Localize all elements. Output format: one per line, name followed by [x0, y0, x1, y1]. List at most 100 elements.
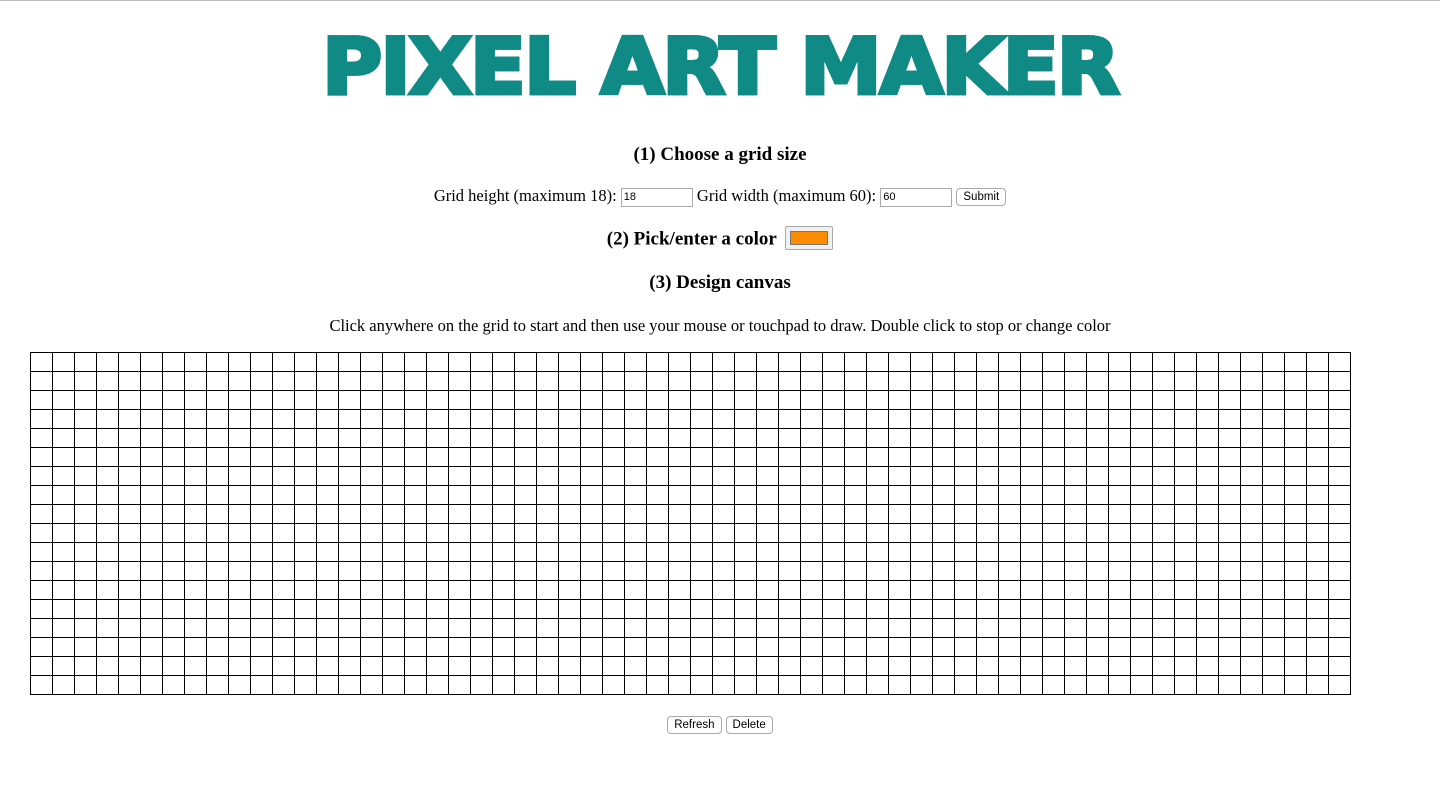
- canvas-cell[interactable]: [96, 371, 119, 391]
- canvas-cell[interactable]: [734, 580, 757, 600]
- canvas-cell[interactable]: [756, 390, 779, 410]
- canvas-cell[interactable]: [316, 523, 339, 543]
- canvas-cell[interactable]: [1174, 409, 1197, 429]
- canvas-cell[interactable]: [1284, 466, 1307, 486]
- canvas-cell[interactable]: [360, 580, 383, 600]
- canvas-cell[interactable]: [426, 371, 449, 391]
- canvas-cell[interactable]: [800, 542, 823, 562]
- canvas-cell[interactable]: [822, 371, 845, 391]
- canvas-cell[interactable]: [140, 466, 163, 486]
- canvas-cell[interactable]: [1328, 637, 1351, 657]
- canvas-cell[interactable]: [250, 504, 273, 524]
- canvas-cell[interactable]: [866, 504, 889, 524]
- canvas-cell[interactable]: [382, 675, 405, 695]
- canvas-cell[interactable]: [74, 618, 97, 638]
- canvas-cell[interactable]: [316, 542, 339, 562]
- canvas-cell[interactable]: [932, 371, 955, 391]
- canvas-cell[interactable]: [360, 599, 383, 619]
- canvas-cell[interactable]: [646, 542, 669, 562]
- canvas-cell[interactable]: [1196, 523, 1219, 543]
- canvas-cell[interactable]: [800, 675, 823, 695]
- canvas-cell[interactable]: [1218, 428, 1241, 448]
- canvas-cell[interactable]: [492, 390, 515, 410]
- canvas-cell[interactable]: [1306, 485, 1329, 505]
- canvas-cell[interactable]: [470, 542, 493, 562]
- canvas-cell[interactable]: [602, 466, 625, 486]
- canvas-cell[interactable]: [1328, 447, 1351, 467]
- canvas-cell[interactable]: [1174, 504, 1197, 524]
- canvas-cell[interactable]: [1218, 390, 1241, 410]
- canvas-cell[interactable]: [910, 428, 933, 448]
- canvas-cell[interactable]: [1152, 428, 1175, 448]
- canvas-cell[interactable]: [822, 618, 845, 638]
- canvas-cell[interactable]: [470, 352, 493, 372]
- canvas-cell[interactable]: [734, 428, 757, 448]
- canvas-cell[interactable]: [866, 542, 889, 562]
- canvas-cell[interactable]: [756, 580, 779, 600]
- canvas-cell[interactable]: [338, 580, 361, 600]
- canvas-cell[interactable]: [580, 371, 603, 391]
- canvas-cell[interactable]: [272, 637, 295, 657]
- canvas-cell[interactable]: [206, 656, 229, 676]
- canvas-cell[interactable]: [52, 504, 75, 524]
- canvas-cell[interactable]: [866, 371, 889, 391]
- canvas-cell[interactable]: [932, 466, 955, 486]
- canvas-cell[interactable]: [294, 542, 317, 562]
- canvas-cell[interactable]: [624, 428, 647, 448]
- canvas-cell[interactable]: [96, 561, 119, 581]
- canvas-cell[interactable]: [954, 561, 977, 581]
- canvas-cell[interactable]: [822, 447, 845, 467]
- canvas-cell[interactable]: [514, 371, 537, 391]
- canvas-cell[interactable]: [712, 542, 735, 562]
- canvas-cell[interactable]: [426, 447, 449, 467]
- canvas-cell[interactable]: [96, 618, 119, 638]
- canvas-cell[interactable]: [338, 561, 361, 581]
- canvas-cell[interactable]: [404, 637, 427, 657]
- canvas-cell[interactable]: [624, 409, 647, 429]
- canvas-cell[interactable]: [998, 618, 1021, 638]
- canvas-cell[interactable]: [1130, 390, 1153, 410]
- canvas-cell[interactable]: [1130, 523, 1153, 543]
- canvas-cell[interactable]: [976, 504, 999, 524]
- canvas-cell[interactable]: [734, 599, 757, 619]
- canvas-cell[interactable]: [206, 485, 229, 505]
- canvas-cell[interactable]: [1196, 409, 1219, 429]
- canvas-cell[interactable]: [162, 352, 185, 372]
- canvas-cell[interactable]: [162, 618, 185, 638]
- canvas-cell[interactable]: [1262, 561, 1285, 581]
- canvas-cell[interactable]: [1174, 542, 1197, 562]
- canvas-cell[interactable]: [206, 523, 229, 543]
- canvas-cell[interactable]: [1262, 352, 1285, 372]
- canvas-cell[interactable]: [712, 675, 735, 695]
- canvas-cell[interactable]: [1174, 352, 1197, 372]
- canvas-cell[interactable]: [888, 371, 911, 391]
- canvas-cell[interactable]: [1196, 561, 1219, 581]
- canvas-cell[interactable]: [998, 409, 1021, 429]
- canvas-cell[interactable]: [404, 561, 427, 581]
- canvas-cell[interactable]: [1306, 409, 1329, 429]
- canvas-cell[interactable]: [734, 504, 757, 524]
- canvas-cell[interactable]: [998, 447, 1021, 467]
- canvas-cell[interactable]: [1086, 599, 1109, 619]
- canvas-cell[interactable]: [1086, 523, 1109, 543]
- canvas-cell[interactable]: [316, 637, 339, 657]
- canvas-cell[interactable]: [272, 504, 295, 524]
- canvas-cell[interactable]: [404, 523, 427, 543]
- canvas-cell[interactable]: [910, 675, 933, 695]
- canvas-cell[interactable]: [1086, 504, 1109, 524]
- canvas-cell[interactable]: [448, 371, 471, 391]
- canvas-cell[interactable]: [1196, 485, 1219, 505]
- canvas-cell[interactable]: [998, 561, 1021, 581]
- canvas-cell[interactable]: [888, 466, 911, 486]
- canvas-cell[interactable]: [250, 409, 273, 429]
- canvas-cell[interactable]: [1086, 485, 1109, 505]
- canvas-cell[interactable]: [1196, 618, 1219, 638]
- canvas-cell[interactable]: [910, 371, 933, 391]
- canvas-cell[interactable]: [140, 542, 163, 562]
- canvas-cell[interactable]: [1108, 447, 1131, 467]
- canvas-cell[interactable]: [1284, 599, 1307, 619]
- canvas-cell[interactable]: [580, 561, 603, 581]
- canvas-cell[interactable]: [382, 542, 405, 562]
- canvas-cell[interactable]: [1086, 561, 1109, 581]
- canvas-cell[interactable]: [998, 371, 1021, 391]
